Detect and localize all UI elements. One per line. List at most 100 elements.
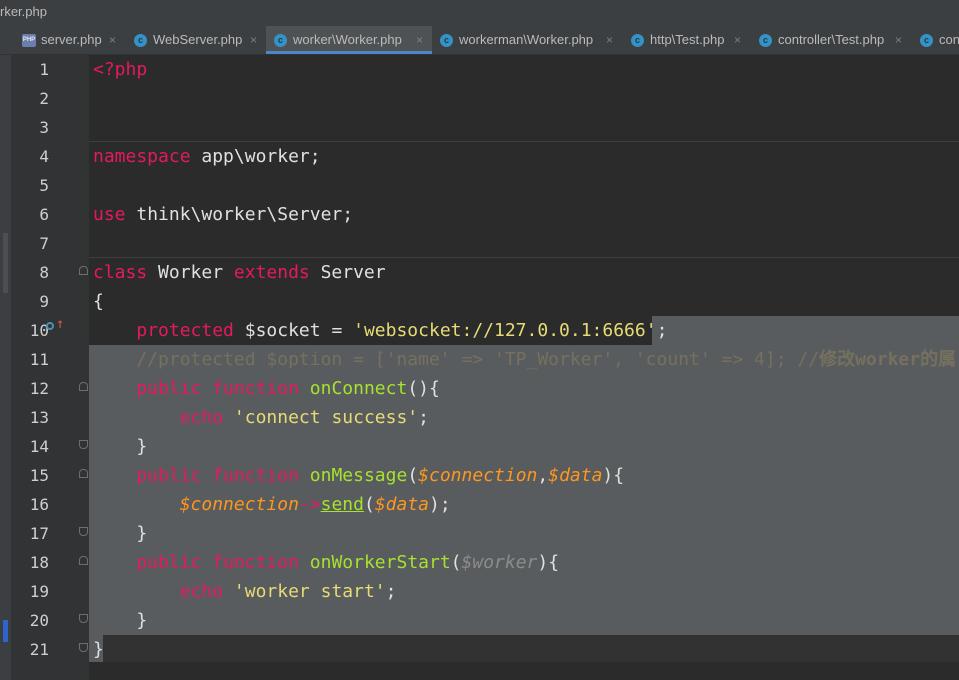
line-number: 6 (39, 205, 49, 224)
side-tool-strip (0, 55, 11, 680)
keyword: class (93, 262, 148, 283)
keyword: public (136, 378, 202, 399)
code-line-16: $connection->send($data); (93, 490, 451, 519)
tab-close-button[interactable]: × (250, 26, 257, 54)
tab-server-php[interactable]: PHP server.php × (22, 26, 126, 54)
code-line-11: //protected $option = ['name' => 'TP_Wor… (93, 345, 956, 374)
tab-workerman-worker-php[interactable]: c workerman\Worker.php × (440, 26, 618, 54)
tab-label: WebServer.php (153, 32, 243, 47)
code-line-9: { (93, 287, 104, 316)
class-c-icon: c (631, 34, 644, 47)
keyword: namespace (93, 146, 191, 167)
class-c-icon: c (920, 34, 933, 47)
function-name: onWorkerStart (309, 552, 451, 573)
editor-tab-bar: PHP server.php × c WebServer.php × c wor… (0, 26, 959, 55)
tab-close-button[interactable]: × (895, 26, 902, 54)
fold-toggle-icon[interactable] (79, 556, 88, 565)
line-number: 4 (39, 147, 49, 166)
tab-webserver-php[interactable]: c WebServer.php × (134, 26, 262, 54)
comment: //protected $option = ['name' => 'TP_Wor… (93, 349, 820, 370)
line-number: 3 (39, 118, 49, 137)
code-text: Server (309, 262, 386, 283)
tab-http-test-php[interactable]: c http\Test.php × (631, 26, 746, 54)
php-open-tag: <?php (93, 59, 148, 80)
object-operator: -> (298, 494, 321, 515)
code-text: app\worker; (190, 146, 321, 167)
line-number: 13 (29, 408, 49, 427)
class-c-icon: c (440, 34, 453, 47)
line-number: 20 (29, 611, 49, 630)
class-c-icon: c (134, 34, 147, 47)
fold-toggle-icon[interactable] (79, 643, 88, 652)
code-text: ( (407, 465, 419, 486)
tab-label: server.php (41, 32, 102, 47)
line-number: 21 (29, 640, 49, 659)
caret-row-highlight (89, 633, 959, 662)
string: 'websocket://127.0.0.1:6666 (353, 320, 646, 341)
tab-close-button[interactable]: × (109, 26, 116, 54)
code-line-14: } (93, 432, 147, 461)
code-text: ); (429, 494, 451, 515)
fold-toggle-icon[interactable] (79, 266, 88, 275)
code-text: ( (450, 552, 462, 573)
code-editor[interactable]: <?php namespace app\worker; use think\wo… (89, 55, 959, 680)
keyword: use (93, 204, 126, 225)
line-number: 16 (29, 495, 49, 514)
keyword: function (212, 378, 299, 399)
tab-con[interactable]: c con (920, 26, 959, 54)
tab-controller-test-php[interactable]: c controller\Test.php × (759, 26, 909, 54)
php-file-icon: PHP (22, 34, 36, 47)
tab-close-button[interactable]: × (416, 26, 423, 54)
unused-parameter: $worker (461, 552, 538, 573)
keyword: public (136, 552, 202, 573)
code-text: (){ (407, 378, 440, 399)
line-number: 9 (39, 292, 49, 311)
line-number: 8 (39, 263, 49, 282)
code-text: } (93, 436, 148, 457)
window-title-bar: rker.php (0, 0, 959, 26)
code-text: $socket = (233, 320, 354, 341)
code-text: { (93, 291, 104, 312)
code-line-18: public function onWorkerStart($worker){ (93, 548, 559, 577)
string: 'worker start' (233, 581, 386, 602)
code-text: } (93, 523, 148, 544)
class-c-icon: c (274, 34, 287, 47)
keyword: function (212, 465, 299, 486)
code-line-13: echo 'connect success'; (93, 403, 429, 432)
fold-toggle-icon[interactable] (79, 527, 88, 536)
fold-toggle-icon[interactable] (79, 382, 88, 391)
code-text: } (93, 639, 104, 660)
tab-close-button[interactable]: × (606, 26, 613, 54)
line-number: 14 (29, 437, 49, 456)
string: 'connect success' (233, 407, 419, 428)
keyword: extends (233, 262, 310, 283)
comment: 修改worker的属 (819, 349, 957, 370)
method-call[interactable]: send (321, 494, 364, 515)
fold-toggle-icon[interactable] (79, 469, 88, 478)
code-line-17: } (93, 519, 147, 548)
tab-label: workerman\Worker.php (459, 32, 594, 47)
fold-toggle-icon[interactable] (79, 614, 88, 623)
fold-toggle-icon[interactable] (79, 440, 88, 449)
code-text: ; (418, 407, 429, 428)
tab-close-button[interactable]: × (734, 26, 741, 54)
tab-worker-worker-php[interactable]: c worker\Worker.php × (266, 26, 432, 54)
code-line-15: public function onMessage($connection,$d… (93, 461, 624, 490)
code-text: ){ (537, 552, 560, 573)
code-line-6: use think\worker\Server; (93, 200, 353, 229)
function-name: onMessage (309, 465, 408, 486)
code-line-1: <?php (93, 55, 147, 84)
tab-label: controller\Test.php (778, 32, 885, 47)
string: ' (645, 320, 657, 341)
code-line-10: protected $socket = 'websocket://127.0.0… (93, 316, 667, 345)
code-text: } (93, 610, 148, 631)
